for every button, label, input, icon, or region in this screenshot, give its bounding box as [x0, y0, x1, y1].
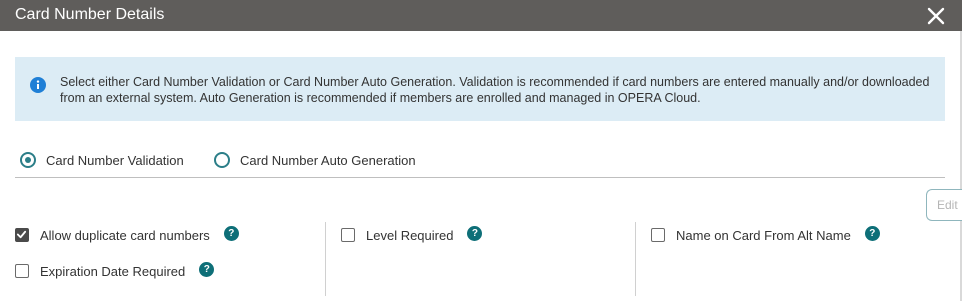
expiration-date-required-option[interactable]: Expiration Date Required ?: [15, 261, 215, 281]
close-icon[interactable]: [924, 4, 948, 28]
dialog-title: Card Number Details: [15, 6, 165, 23]
name-on-card-from-alt-name-option[interactable]: Name on Card From Alt Name ?: [651, 225, 880, 245]
info-icon: [30, 77, 46, 93]
column-divider: [325, 222, 326, 296]
section-divider: [15, 177, 945, 178]
edit-label: Edit: [937, 198, 958, 212]
edit-button[interactable]: Edit: [926, 189, 962, 221]
radio-button-selected[interactable]: [20, 152, 36, 168]
checkbox[interactable]: [15, 264, 29, 278]
help-icon[interactable]: ?: [467, 225, 483, 241]
radio-label: Card Number Validation: [46, 152, 184, 168]
help-icon[interactable]: ?: [223, 225, 239, 241]
allow-duplicate-card-numbers-option[interactable]: Allow duplicate card numbers ?: [15, 225, 239, 245]
info-banner: Select either Card Number Validation or …: [15, 57, 945, 121]
help-icon[interactable]: ?: [199, 261, 215, 277]
checkbox[interactable]: [341, 228, 355, 242]
checkmark-icon: [16, 230, 27, 239]
level-required-option[interactable]: Level Required ?: [341, 225, 483, 245]
checkbox[interactable]: [651, 228, 665, 242]
dialog-titlebar: Card Number Details: [0, 0, 962, 31]
checkbox-checked[interactable]: [15, 228, 29, 242]
radio-card-number-validation[interactable]: Card Number Validation: [20, 148, 184, 172]
help-icon[interactable]: ?: [864, 225, 880, 241]
radio-label: Card Number Auto Generation: [240, 152, 416, 168]
info-text: Select either Card Number Validation or …: [60, 75, 930, 105]
checkbox-label: Name on Card From Alt Name: [676, 227, 851, 243]
checkbox-label: Expiration Date Required: [40, 263, 186, 279]
checkbox-label: Allow duplicate card numbers: [40, 227, 210, 243]
radio-button[interactable]: [214, 152, 230, 168]
radio-card-number-auto-generation[interactable]: Card Number Auto Generation: [214, 148, 416, 172]
checkbox-label: Level Required: [366, 227, 454, 243]
close-button[interactable]: [924, 4, 948, 28]
column-divider: [635, 222, 636, 296]
